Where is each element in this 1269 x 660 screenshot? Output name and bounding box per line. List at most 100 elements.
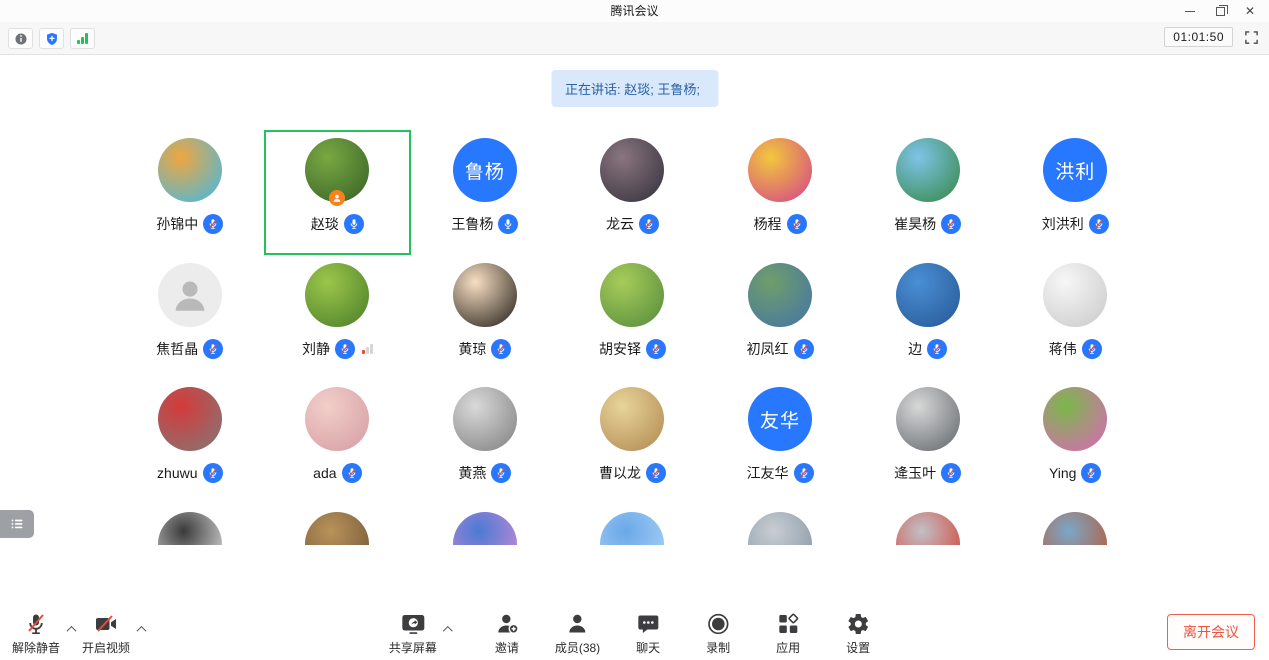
- participant-tile-partial[interactable]: [854, 504, 1002, 546]
- participant-avatar: [748, 263, 812, 327]
- participant-tile[interactable]: Ying: [1001, 379, 1149, 504]
- meeting-timer: 01:01:50: [1164, 27, 1233, 47]
- participant-tile[interactable]: 蒋伟: [1001, 255, 1149, 380]
- participant-tile[interactable]: 鲁杨 王鲁杨: [411, 130, 559, 255]
- leave-meeting-button[interactable]: 离开会议: [1167, 614, 1255, 650]
- participant-avatar: [158, 387, 222, 451]
- participant-tile-partial[interactable]: [116, 504, 264, 546]
- participant-avatar: [305, 387, 369, 451]
- participant-tile-partial[interactable]: [1001, 504, 1149, 546]
- participant-name: 杨程: [754, 214, 782, 234]
- participant-tile-partial[interactable]: [559, 504, 707, 546]
- participant-avatar: 鲁杨: [453, 138, 517, 202]
- security-button[interactable]: [39, 28, 64, 49]
- mic-muted-icon: [335, 339, 355, 359]
- participant-tile[interactable]: 黄琼: [411, 255, 559, 380]
- close-icon: ✕: [1245, 5, 1255, 17]
- fullscreen-button[interactable]: [1241, 27, 1261, 47]
- participant-tile[interactable]: 洪利 刘洪利: [1001, 130, 1149, 255]
- participant-name: 崔昊杨: [894, 214, 936, 234]
- start-video-button[interactable]: 开启视频: [82, 612, 130, 656]
- speaking-banner: 正在讲话: 赵琰; 王鲁杨;: [551, 70, 718, 107]
- participant-tile[interactable]: 杨程: [706, 130, 854, 255]
- mic-muted-icon: [1081, 463, 1101, 483]
- members-label: 成员(38): [555, 639, 600, 656]
- invite-button[interactable]: 邀请: [485, 612, 529, 656]
- participant-avatar: [453, 263, 517, 327]
- unmute-label: 解除静音: [12, 639, 60, 656]
- participant-tile[interactable]: 胡安铎: [559, 255, 707, 380]
- minimize-icon: [1185, 11, 1195, 12]
- mic-on-icon: [344, 214, 364, 234]
- restore-button[interactable]: [1205, 0, 1235, 22]
- mic-muted-icon: [927, 339, 947, 359]
- participant-name: 王鲁杨: [451, 214, 493, 234]
- settings-gear-icon: [846, 612, 870, 636]
- mic-muted-icon: [941, 463, 961, 483]
- participant-tile[interactable]: zhuwu: [116, 379, 264, 504]
- participant-name: 逄玉叶: [894, 463, 936, 483]
- participant-tile[interactable]: 赵琰: [264, 130, 412, 255]
- participant-tile[interactable]: 刘静: [264, 255, 412, 380]
- unmute-button[interactable]: 解除静音: [12, 612, 60, 656]
- participant-avatar: [748, 512, 812, 546]
- participant-tile[interactable]: 曹以龙: [559, 379, 707, 504]
- restore-icon: [1216, 7, 1225, 16]
- mic-muted-icon: [1082, 339, 1102, 359]
- mic-muted-icon: [491, 463, 511, 483]
- window-controls: ✕: [1175, 0, 1265, 22]
- share-screen-button[interactable]: 共享屏幕: [389, 612, 437, 656]
- minimize-button[interactable]: [1175, 0, 1205, 22]
- mic-muted-icon: [941, 214, 961, 234]
- mic-options-chevron[interactable]: [60, 612, 82, 646]
- participant-avatar: [453, 387, 517, 451]
- participant-name: ada: [313, 465, 336, 481]
- bottom-toolbar: 解除静音 开启视频: [0, 608, 1269, 660]
- participant-avatar: [158, 512, 222, 546]
- participant-tile[interactable]: 黄燕: [411, 379, 559, 504]
- close-button[interactable]: ✕: [1235, 0, 1265, 22]
- participant-name: 初凤红: [747, 339, 789, 359]
- members-button[interactable]: 成员(38): [555, 612, 600, 656]
- host-badge-icon: [329, 190, 345, 206]
- participant-tile[interactable]: 逄玉叶: [854, 379, 1002, 504]
- chat-button[interactable]: 聊天: [626, 612, 670, 656]
- participant-tile[interactable]: 焦哲晶: [116, 255, 264, 380]
- participant-tile[interactable]: 初凤红: [706, 255, 854, 380]
- list-icon: [9, 516, 25, 532]
- network-status-button[interactable]: [70, 28, 95, 49]
- participant-tile-partial[interactable]: [411, 504, 559, 546]
- participant-avatar: [305, 263, 369, 327]
- share-screen-label: 共享屏幕: [389, 639, 437, 656]
- participant-name: 曹以龙: [599, 463, 641, 483]
- participant-tile[interactable]: 龙云: [559, 130, 707, 255]
- video-options-chevron[interactable]: [130, 612, 152, 646]
- participant-tile[interactable]: 友华 江友华: [706, 379, 854, 504]
- apps-button[interactable]: 应用: [766, 612, 810, 656]
- info-icon: [14, 32, 28, 46]
- record-button[interactable]: 录制: [696, 612, 740, 656]
- participant-tile-partial[interactable]: [264, 504, 412, 546]
- settings-button[interactable]: 设置: [836, 612, 880, 656]
- network-poor-icon: [362, 344, 373, 354]
- share-options-chevron[interactable]: [437, 612, 459, 646]
- participant-tile[interactable]: 边: [854, 255, 1002, 380]
- member-list-toggle[interactable]: [0, 510, 34, 538]
- participant-tile-partial[interactable]: [706, 504, 854, 546]
- participant-avatar: [748, 138, 812, 202]
- participant-name: 龙云: [606, 214, 634, 234]
- participant-name: Ying: [1049, 465, 1077, 481]
- participant-avatar: [158, 263, 222, 327]
- fullscreen-icon: [1244, 30, 1259, 45]
- mic-muted-icon: [794, 463, 814, 483]
- participant-tile[interactable]: ada: [264, 379, 412, 504]
- participant-name: 胡安铎: [599, 339, 641, 359]
- participant-tile[interactable]: 崔昊杨: [854, 130, 1002, 255]
- members-icon: [566, 612, 590, 636]
- participant-name: 蒋伟: [1049, 339, 1077, 359]
- meeting-info-button[interactable]: [8, 28, 33, 49]
- participant-name: 黄燕: [458, 463, 486, 483]
- participant-name: 黄琼: [458, 339, 486, 359]
- participant-tile[interactable]: 孙锦中: [116, 130, 264, 255]
- start-video-label: 开启视频: [82, 639, 130, 656]
